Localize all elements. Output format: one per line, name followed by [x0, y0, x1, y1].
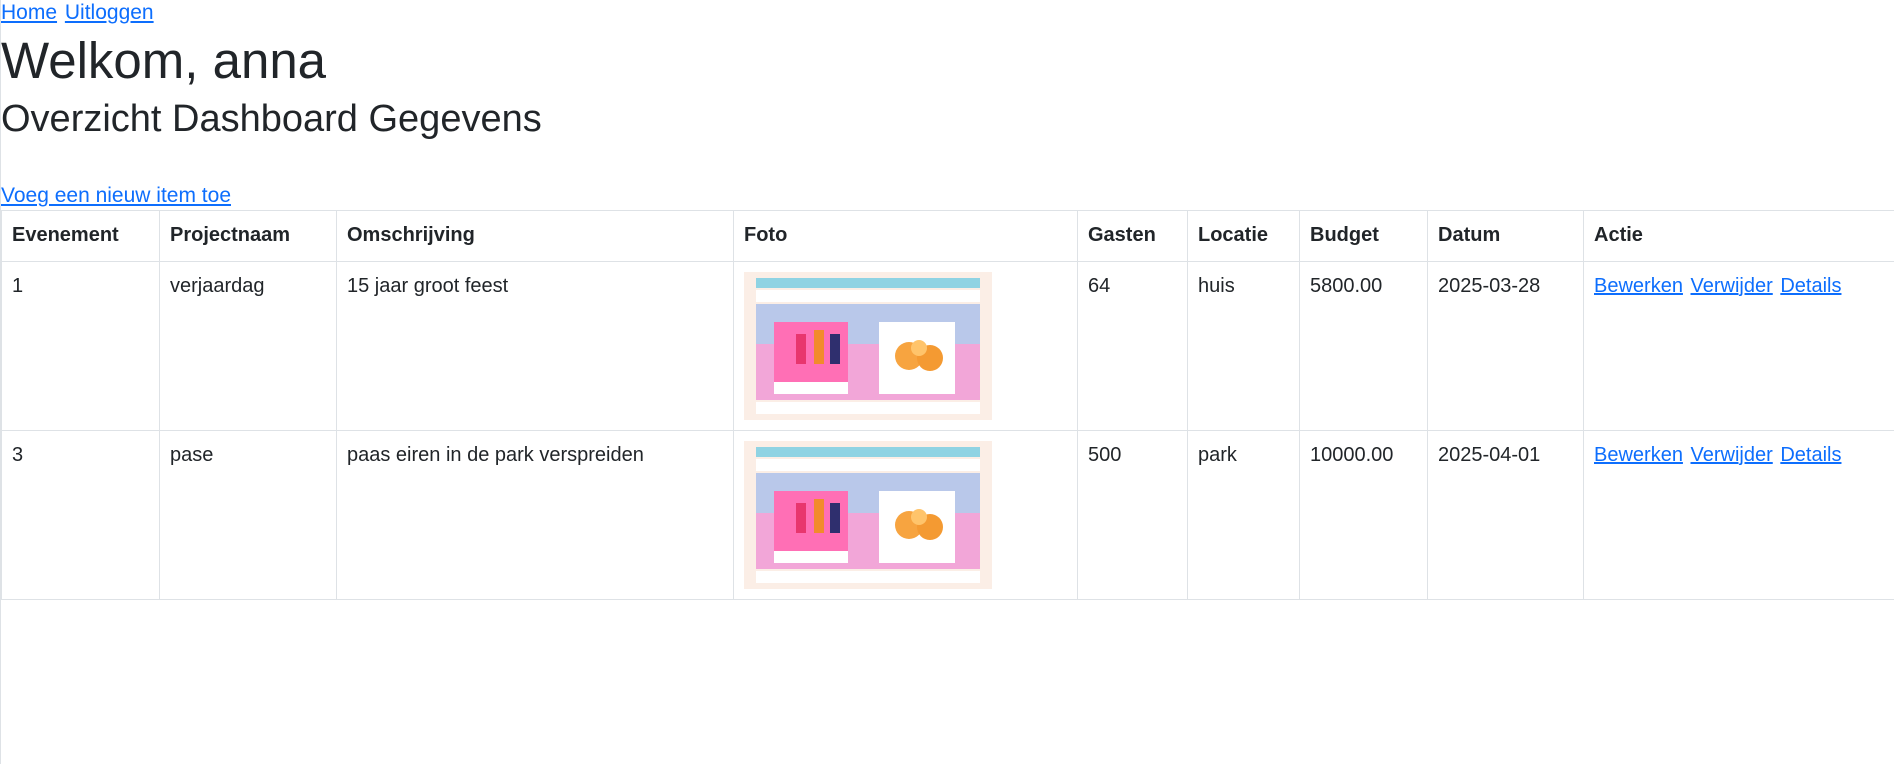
cell-gasten: 500 [1077, 430, 1188, 600]
cell-actie: Bewerken Verwijder Details [1583, 430, 1894, 600]
details-link[interactable]: Details [1780, 444, 1841, 466]
cell-locatie: park [1187, 430, 1300, 600]
cell-omschrijving: paas eiren in de park verspreiden [336, 430, 734, 600]
home-link[interactable]: Home [1, 1, 57, 24]
cell-budget: 5800.00 [1299, 261, 1428, 431]
table-row: 1 verjaardag 15 jaar groot feest 64 huis… [1, 261, 1894, 431]
logout-link[interactable]: Uitloggen [65, 1, 154, 24]
welcome-heading: Welkom, anna [1, 32, 327, 89]
edit-link[interactable]: Bewerken [1594, 444, 1683, 466]
cell-evenement: 3 [1, 430, 160, 600]
cell-projectnaam: verjaardag [159, 261, 337, 431]
col-header-actie: Actie [1583, 210, 1894, 262]
col-header-evenement: Evenement [1, 210, 160, 262]
cell-actie: Bewerken Verwijder Details [1583, 261, 1894, 431]
cell-projectnaam: pase [159, 430, 337, 600]
event-photo-thumbnail [744, 272, 992, 420]
col-header-datum: Datum [1427, 210, 1584, 262]
delete-link[interactable]: Verwijder [1691, 444, 1773, 466]
col-header-foto: Foto [733, 210, 1078, 262]
cell-locatie: huis [1187, 261, 1300, 431]
cell-datum: 2025-04-01 [1427, 430, 1584, 600]
edit-link[interactable]: Bewerken [1594, 275, 1683, 297]
cell-omschrijving: 15 jaar groot feest [336, 261, 734, 431]
cell-foto [733, 430, 1078, 600]
cell-datum: 2025-03-28 [1427, 261, 1584, 431]
col-header-projectnaam: Projectnaam [159, 210, 337, 262]
cell-foto [733, 261, 1078, 431]
event-photo-thumbnail [744, 441, 992, 589]
col-header-gasten: Gasten [1077, 210, 1188, 262]
add-item-link[interactable]: Voeg een nieuw item toe [1, 183, 1894, 208]
dashboard-subtitle: Overzicht Dashboard Gegevens [1, 98, 542, 140]
col-header-budget: Budget [1299, 210, 1428, 262]
col-header-locatie: Locatie [1187, 210, 1300, 262]
cell-budget: 10000.00 [1299, 430, 1428, 600]
col-header-omschrijving: Omschrijving [336, 210, 734, 262]
cell-evenement: 1 [1, 261, 160, 431]
delete-link[interactable]: Verwijder [1691, 275, 1773, 297]
table-row: 3 pase paas eiren in de park verspreiden [1, 430, 1894, 600]
details-link[interactable]: Details [1780, 275, 1841, 297]
cell-gasten: 64 [1077, 261, 1188, 431]
table-header-row: Evenement Projectnaam Omschrijving Foto … [1, 210, 1894, 262]
top-nav: Home Uitloggen [1, 0, 1894, 25]
items-table: Evenement Projectnaam Omschrijving Foto … [1, 210, 1894, 600]
